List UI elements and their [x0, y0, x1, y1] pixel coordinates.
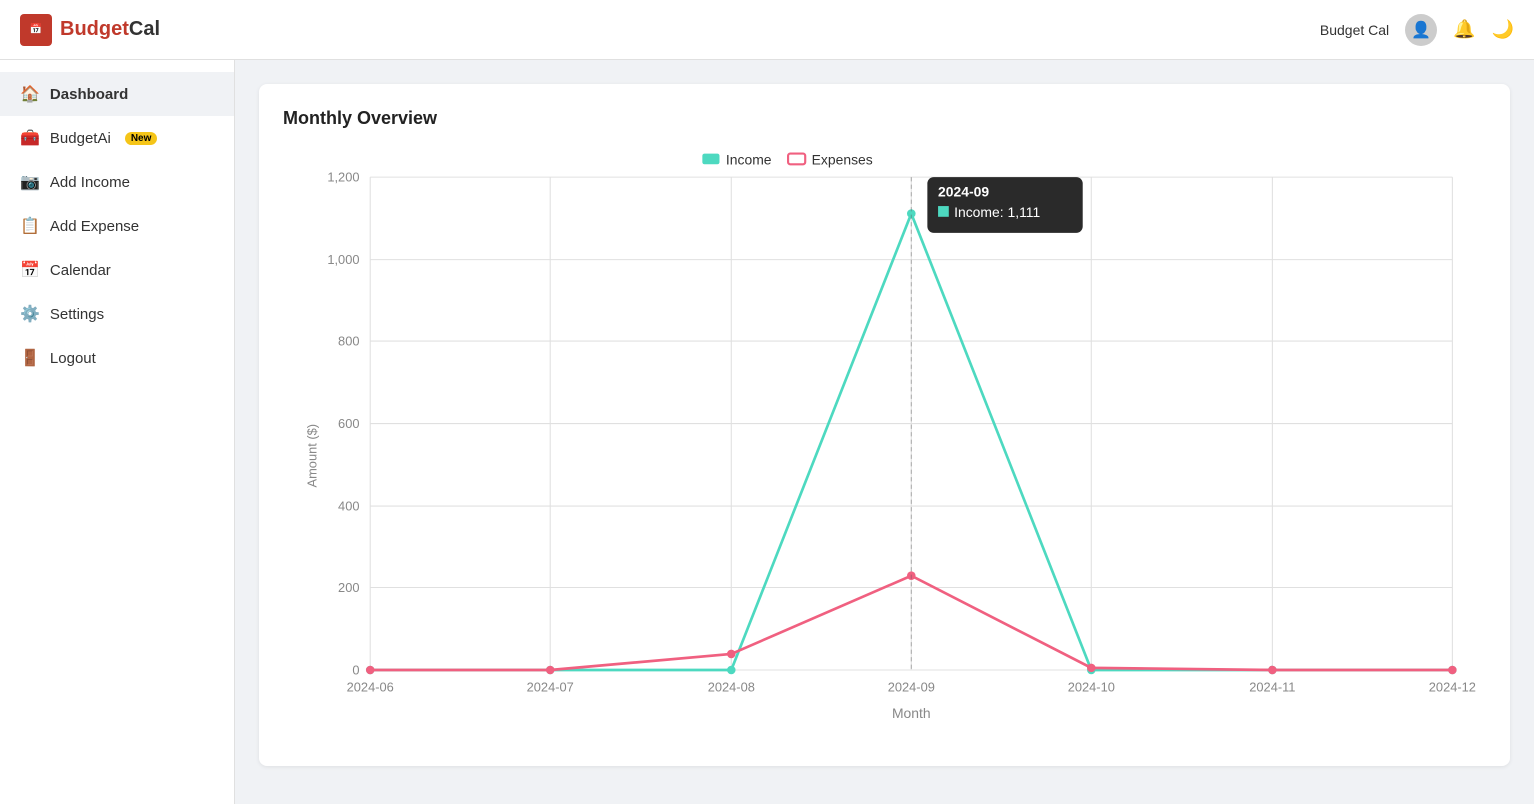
ytick-1200: 1,200: [327, 169, 359, 184]
logout-icon: 🚪: [20, 348, 40, 368]
xlabel-2024-09: 2024-09: [888, 679, 935, 694]
ytick-200: 200: [338, 580, 359, 595]
calendar-icon: 📅: [20, 260, 40, 280]
sidebar-item-budgetai[interactable]: 🧰 BudgetAi New: [0, 116, 234, 160]
sidebar-item-settings[interactable]: ⚙️ Settings: [0, 292, 234, 336]
add-income-icon: 📷: [20, 172, 40, 192]
xlabel-2024-07: 2024-07: [527, 679, 574, 694]
income-point-2: [727, 666, 736, 675]
add-expense-icon: 📋: [20, 216, 40, 236]
ytick-1000: 1,000: [327, 252, 359, 267]
expenses-point-0: [366, 666, 375, 675]
sidebar-label-add-income: Add Income: [50, 174, 130, 191]
income-legend-color: [702, 154, 719, 165]
budgetai-icon: 🧰: [20, 128, 40, 148]
logo-area: 📅 BudgetCal: [20, 14, 160, 46]
ytick-400: 400: [338, 498, 359, 513]
sidebar: 🏠 Dashboard 🧰 BudgetAi New 📷 Add Income …: [0, 60, 235, 804]
sidebar-item-add-income[interactable]: 📷 Add Income: [0, 160, 234, 204]
tooltip-income: Income: 1,111: [954, 204, 1040, 220]
expenses-point-6: [1448, 666, 1457, 675]
header-username: Budget Cal: [1320, 22, 1389, 38]
chart-title: Monthly Overview: [283, 108, 1486, 129]
dashboard-icon: 🏠: [20, 84, 40, 104]
chart-tooltip: 2024-09 Income: 1,111: [927, 177, 1082, 233]
sidebar-label-calendar: Calendar: [50, 262, 111, 279]
expenses-legend-color: [788, 154, 805, 165]
xlabel-2024-10: 2024-10: [1068, 679, 1115, 694]
sidebar-label-logout: Logout: [50, 350, 96, 367]
logo-icon: 📅: [20, 14, 52, 46]
settings-icon: ⚙️: [20, 304, 40, 324]
x-axis-label: Month: [892, 705, 931, 721]
sidebar-label-dashboard: Dashboard: [50, 86, 128, 103]
bell-icon[interactable]: 🔔: [1453, 19, 1475, 40]
xlabel-2024-12: 2024-12: [1429, 679, 1476, 694]
monthly-overview-chart: Income Expenses Amount ($) 0 200 400 600: [283, 145, 1486, 745]
sidebar-item-add-expense[interactable]: 📋 Add Expense: [0, 204, 234, 248]
ytick-0: 0: [352, 662, 359, 677]
ytick-600: 600: [338, 416, 359, 431]
header-right: Budget Cal 👤 🔔 🌙: [1320, 14, 1514, 46]
top-header: 📅 BudgetCal Budget Cal 👤 🔔 🌙: [0, 0, 1534, 60]
logo-text: BudgetCal: [60, 18, 160, 41]
logo-budget: Budget: [60, 18, 129, 40]
tooltip-color: [938, 206, 949, 217]
tooltip-date: 2024-09: [938, 183, 989, 199]
sidebar-item-calendar[interactable]: 📅 Calendar: [0, 248, 234, 292]
y-axis-label: Amount ($): [305, 424, 320, 488]
ytick-800: 800: [338, 333, 359, 348]
sidebar-item-logout[interactable]: 🚪 Logout: [0, 336, 234, 380]
new-badge: New: [125, 132, 158, 145]
avatar: 👤: [1405, 14, 1437, 46]
sidebar-label-add-expense: Add Expense: [50, 218, 139, 235]
expenses-point-2: [727, 650, 736, 659]
income-legend-label: Income: [726, 151, 772, 167]
xlabel-2024-06: 2024-06: [347, 679, 394, 694]
expenses-legend-label: Expenses: [812, 151, 873, 167]
chart-container: Income Expenses Amount ($) 0 200 400 600: [283, 145, 1486, 750]
sidebar-label-settings: Settings: [50, 306, 104, 323]
moon-icon[interactable]: 🌙: [1492, 19, 1514, 40]
sidebar-label-budgetai: BudgetAi: [50, 130, 111, 147]
sidebar-item-dashboard[interactable]: 🏠 Dashboard: [0, 72, 234, 116]
main-content: Monthly Overview Income Expenses Amount …: [235, 60, 1534, 804]
expenses-point-1: [546, 666, 555, 675]
xlabel-2024-11: 2024-11: [1249, 679, 1295, 694]
expenses-point-5: [1268, 666, 1277, 675]
chart-card: Monthly Overview Income Expenses Amount …: [259, 84, 1510, 766]
xlabel-2024-08: 2024-08: [708, 679, 755, 694]
expenses-point-4: [1087, 664, 1096, 673]
logo-cal: Cal: [129, 18, 160, 40]
